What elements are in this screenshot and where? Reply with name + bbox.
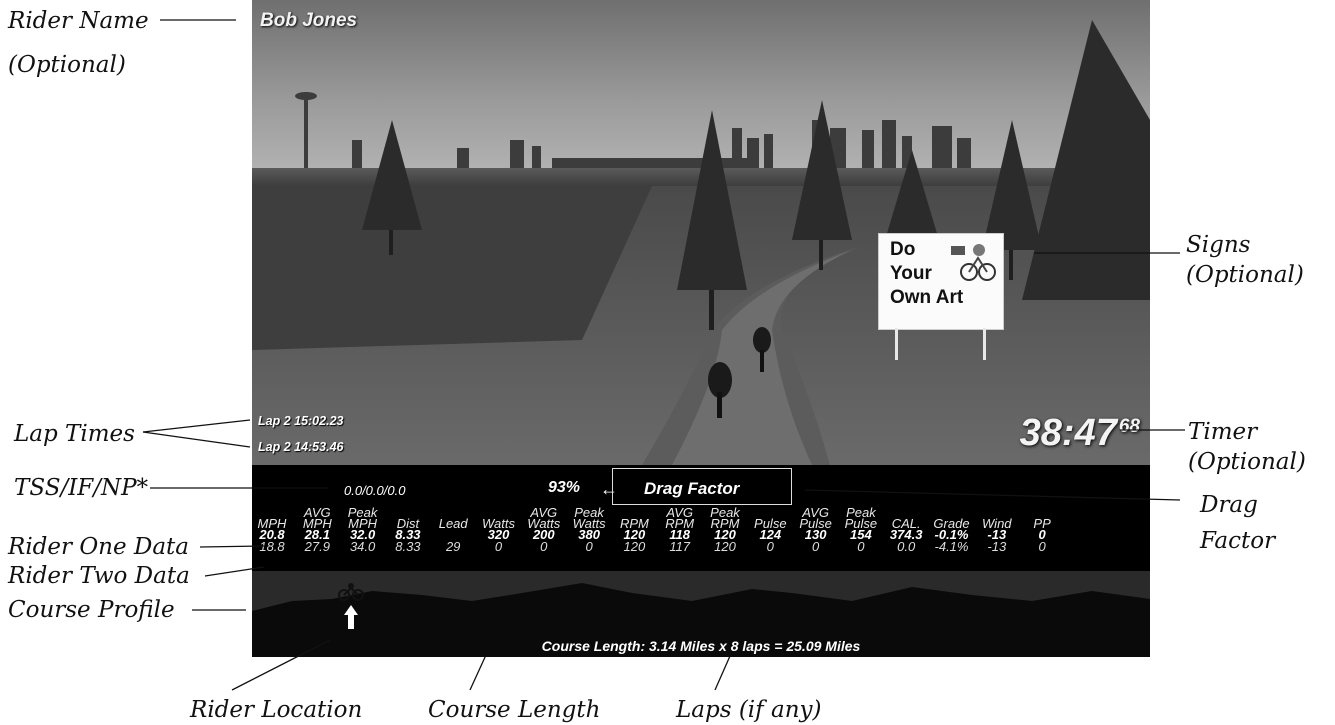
- callout-laps: Laps (if any): [676, 697, 822, 723]
- drag-factor-label: Drag Factor: [644, 479, 740, 498]
- callout-timer-line1: Timer: [1188, 419, 1258, 445]
- callout-rider-location: Rider Location: [190, 697, 363, 723]
- callout-course-length: Course Length: [428, 697, 601, 723]
- callout-tss: TSS/IF/NP*: [14, 475, 149, 501]
- rider-two-value: 0: [1038, 539, 1046, 554]
- sign-cyclist-icon: [951, 244, 996, 281]
- course-sign: Do Your Own Art: [878, 233, 1004, 330]
- callout-drag-factor: Drag Factor: [1200, 490, 1275, 556]
- rider-name: Bob Jones: [260, 10, 358, 31]
- callout-signs-line2: (Optional): [1186, 262, 1304, 288]
- callout-course-profile: Course Profile: [8, 597, 175, 623]
- lap-time-2: Lap 2 14:53.46: [258, 440, 344, 454]
- sign-post-left: [895, 328, 898, 360]
- course-length-text: Course Length: 3.14 Miles x 8 laps = 25.…: [541, 638, 861, 654]
- timer-hundredths: 68: [1118, 416, 1140, 437]
- callout-drag-factor-line2: Factor: [1200, 528, 1276, 554]
- tss-if-np-value: 0.0/0.0/0.0: [344, 483, 406, 498]
- sign-post-right: [983, 328, 986, 360]
- callout-rider-name-line2: (Optional): [8, 52, 126, 78]
- callout-drag-factor-line1: Drag: [1200, 492, 1258, 518]
- data-panel: 0.0/0.0/0.0 93% ← Drag Factor MPH 20.8 18.…: [252, 465, 1150, 571]
- timer: 38:47 68: [1020, 412, 1140, 455]
- callout-rider-name: Rider Name (Optional): [8, 6, 149, 80]
- drag-percent: 93%: [548, 479, 581, 496]
- lap-time-1: Lap 2 15:02.23: [258, 414, 344, 428]
- callout-rider-one: Rider One Data: [8, 534, 190, 560]
- rider-location-icon: [337, 583, 364, 629]
- callout-rider-two: Rider Two Data: [8, 563, 190, 589]
- sign-line-3: Own Art: [890, 287, 964, 308]
- timer-main: 38:47: [1019, 412, 1117, 454]
- callout-timer: Timer (Optional): [1188, 417, 1306, 477]
- callout-rider-name-line1: Rider Name: [8, 8, 149, 34]
- course-scene: [252, 0, 1150, 465]
- callout-lap-times: Lap Times: [14, 421, 135, 447]
- simulator-screen: Bob Jones Lap 2 15:02.23 Lap 2 14:53.46 …: [252, 0, 1150, 657]
- callout-signs: Signs (Optional): [1186, 230, 1304, 290]
- callout-timer-line2: (Optional): [1188, 449, 1306, 475]
- course-profile: Course Length: 3.14 Miles x 8 laps = 25.…: [252, 571, 1150, 657]
- callout-signs-line1: Signs: [1186, 232, 1251, 258]
